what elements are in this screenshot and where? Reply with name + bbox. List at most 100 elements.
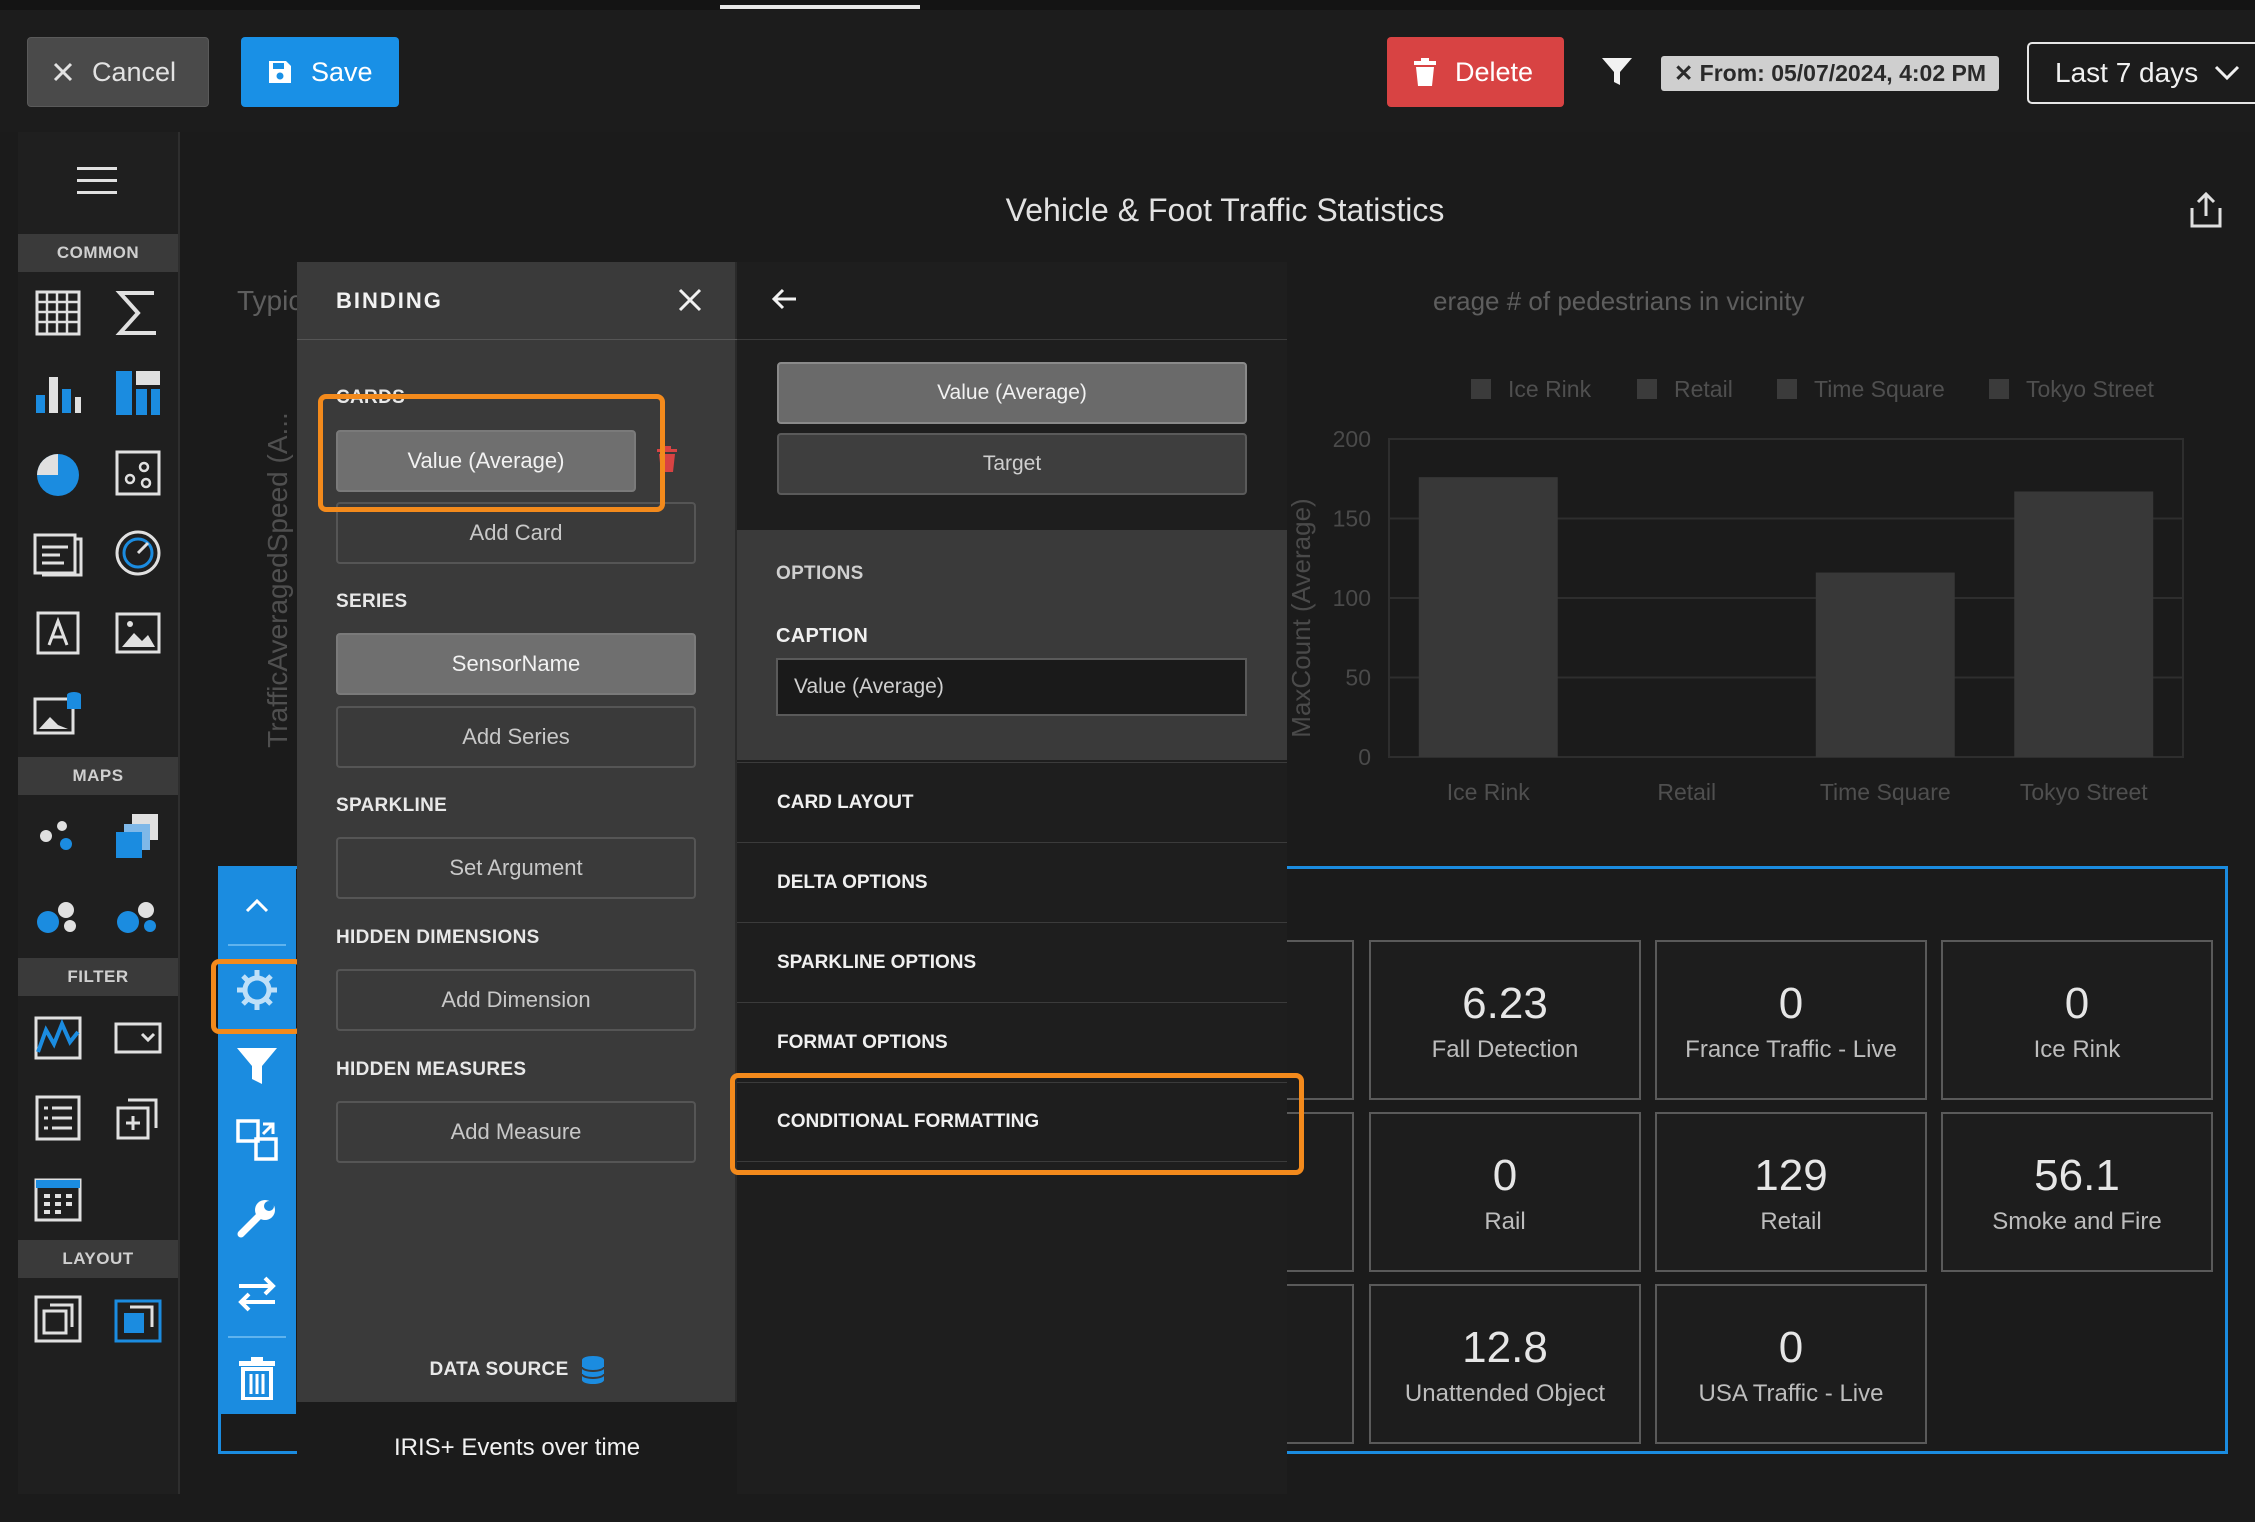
group-icon[interactable] xyxy=(30,1291,86,1347)
action-bar-divider xyxy=(228,1336,286,1338)
cancel-label: Cancel xyxy=(92,56,177,87)
tab-target[interactable]: Target xyxy=(777,433,1247,495)
y-tick-label: 150 xyxy=(1333,506,1371,532)
add-series-button[interactable]: Add Series xyxy=(336,706,696,768)
card-item[interactable]: 0 Rail xyxy=(1369,1112,1641,1272)
action-bar-divider xyxy=(228,944,286,946)
delta-options-row[interactable]: DELTA OPTIONS xyxy=(737,842,1287,922)
left-chart-title: Typic xyxy=(237,285,303,316)
chevron-down-icon xyxy=(2214,65,2240,81)
card-value: 6.23 xyxy=(1462,979,1548,1028)
card-item[interactable]: 6.23 Fall Detection xyxy=(1369,940,1641,1100)
card-item[interactable]: 56.1 Smoke and Fire xyxy=(1941,1112,2213,1272)
text-widget-icon[interactable] xyxy=(30,605,86,661)
toolbox-section-filter: FILTER xyxy=(18,958,178,996)
card-layout-row[interactable]: CARD LAYOUT xyxy=(737,762,1287,842)
pedestrian-bar-chart: erage # of pedestrians in vicinity Ice Ri… xyxy=(1283,262,2255,822)
card-value: 0 xyxy=(1778,979,1804,1028)
y-tick-label: 100 xyxy=(1333,585,1371,611)
image-icon[interactable] xyxy=(110,605,166,661)
save-button[interactable]: Save xyxy=(241,37,399,107)
trash-icon xyxy=(1413,58,1437,86)
choropleth-map-icon[interactable] xyxy=(110,808,166,864)
sigma-icon[interactable] xyxy=(110,285,166,341)
cancel-button[interactable]: Cancel xyxy=(27,37,209,107)
text-box-icon[interactable] xyxy=(30,525,86,581)
card-item[interactable]: 0 USA Traffic - Live xyxy=(1655,1284,1927,1444)
tree-view-icon[interactable] xyxy=(110,1090,166,1146)
hidden-measures-label: HIDDEN MEASURES xyxy=(336,1059,527,1080)
share-icon[interactable] xyxy=(2188,190,2224,230)
pie-chart-icon[interactable] xyxy=(30,445,86,501)
convert-icon[interactable] xyxy=(218,1108,296,1172)
card-value: 0 xyxy=(1492,1151,1518,1200)
tab-value-average[interactable]: Value (Average) xyxy=(777,362,1247,424)
dot-map-icon[interactable] xyxy=(30,808,86,864)
wrench-icon[interactable] xyxy=(218,1186,296,1250)
chevron-up-icon[interactable] xyxy=(218,874,296,938)
bar xyxy=(1815,572,1955,757)
card-label: France Traffic - Live xyxy=(1685,1036,1897,1063)
tab-container-icon[interactable] xyxy=(110,1291,166,1347)
series-binding-value[interactable]: SensorName xyxy=(336,633,696,695)
format-options-row[interactable]: FORMAT OPTIONS xyxy=(737,1002,1287,1082)
bar-chart-icon[interactable] xyxy=(30,365,86,421)
card-item[interactable]: 0 Ice Rink xyxy=(1941,940,2213,1100)
filter-icon[interactable] xyxy=(1600,54,1634,88)
card-item[interactable]: 0 France Traffic - Live xyxy=(1655,940,1927,1100)
card-value: 12.8 xyxy=(1462,1323,1548,1372)
legend-item: Time Square xyxy=(1814,376,1945,402)
date-filter-icon[interactable] xyxy=(30,1170,86,1226)
range-filter-icon[interactable] xyxy=(30,1010,86,1066)
data-source-button[interactable]: IRIS+ Events over time xyxy=(297,1402,737,1494)
combo-box-icon[interactable] xyxy=(110,1010,166,1066)
grid-icon[interactable] xyxy=(30,285,86,341)
hidden-dimensions-label: HIDDEN DIMENSIONS xyxy=(336,927,540,948)
date-filter-chip[interactable]: ✕ From: 05/07/2024, 4:02 PM xyxy=(1661,56,1999,91)
add-dimension-button[interactable]: Add Dimension xyxy=(336,969,696,1031)
sparkline-options-row[interactable]: SPARKLINE OPTIONS xyxy=(737,922,1287,1002)
close-icon[interactable] xyxy=(674,284,706,316)
caption-label: CAPTION xyxy=(776,625,869,647)
y-tick-label: 50 xyxy=(1345,665,1371,691)
date-range-select[interactable]: Last 7 days xyxy=(2027,42,2255,104)
legend-swatch xyxy=(1637,379,1657,399)
hamburger-menu-icon[interactable] xyxy=(75,163,119,199)
filter-icon[interactable] xyxy=(218,1034,296,1098)
x-tick-label: Retail xyxy=(1657,779,1716,805)
treemap-icon[interactable] xyxy=(110,365,166,421)
card-label: Unattended Object xyxy=(1404,1380,1606,1407)
bound-image-icon[interactable] xyxy=(30,685,86,741)
scatter-chart-icon[interactable] xyxy=(110,445,166,501)
delete-label: Delete xyxy=(1455,56,1534,87)
legend-swatch xyxy=(1777,379,1797,399)
add-measure-button[interactable]: Add Measure xyxy=(336,1101,696,1163)
card-item[interactable]: 129 Retail xyxy=(1655,1112,1927,1272)
toolbox-section-common: COMMON xyxy=(18,234,178,272)
data-source-label: DATA SOURCE xyxy=(429,1359,569,1380)
toolbox-section-maps: MAPS xyxy=(18,757,178,795)
gauge-icon[interactable] xyxy=(110,525,166,581)
card-label: Ice Rink xyxy=(2033,1036,2121,1063)
caption-input[interactable] xyxy=(776,658,1247,716)
trash-icon[interactable] xyxy=(218,1346,296,1410)
highlight-gear xyxy=(211,959,303,1034)
delete-button[interactable]: Delete xyxy=(1387,37,1564,107)
dashboard-title: Vehicle & Foot Traffic Statistics xyxy=(1005,192,1445,228)
bubble-map-icon[interactable] xyxy=(30,888,86,944)
card-item[interactable]: 12.8 Unattended Object xyxy=(1369,1284,1641,1444)
tab-indicator xyxy=(720,5,920,9)
toolbox-section-layout: LAYOUT xyxy=(18,1240,178,1278)
x-tick-label: Tokyo Street xyxy=(2020,779,2148,805)
binding-title: BINDING xyxy=(336,288,443,313)
bar xyxy=(2014,491,2154,757)
chart-title: erage # of pedestrians in vicinity xyxy=(1433,286,1804,316)
card-label: Smoke and Fire xyxy=(1992,1208,2162,1235)
pie-map-icon[interactable] xyxy=(110,888,166,944)
y-tick-label: 0 xyxy=(1358,744,1371,770)
database-icon xyxy=(580,1355,605,1385)
set-argument-button[interactable]: Set Argument xyxy=(336,837,696,899)
back-arrow-icon[interactable] xyxy=(770,286,800,312)
swap-icon[interactable] xyxy=(218,1262,296,1326)
list-box-icon[interactable] xyxy=(30,1090,86,1146)
